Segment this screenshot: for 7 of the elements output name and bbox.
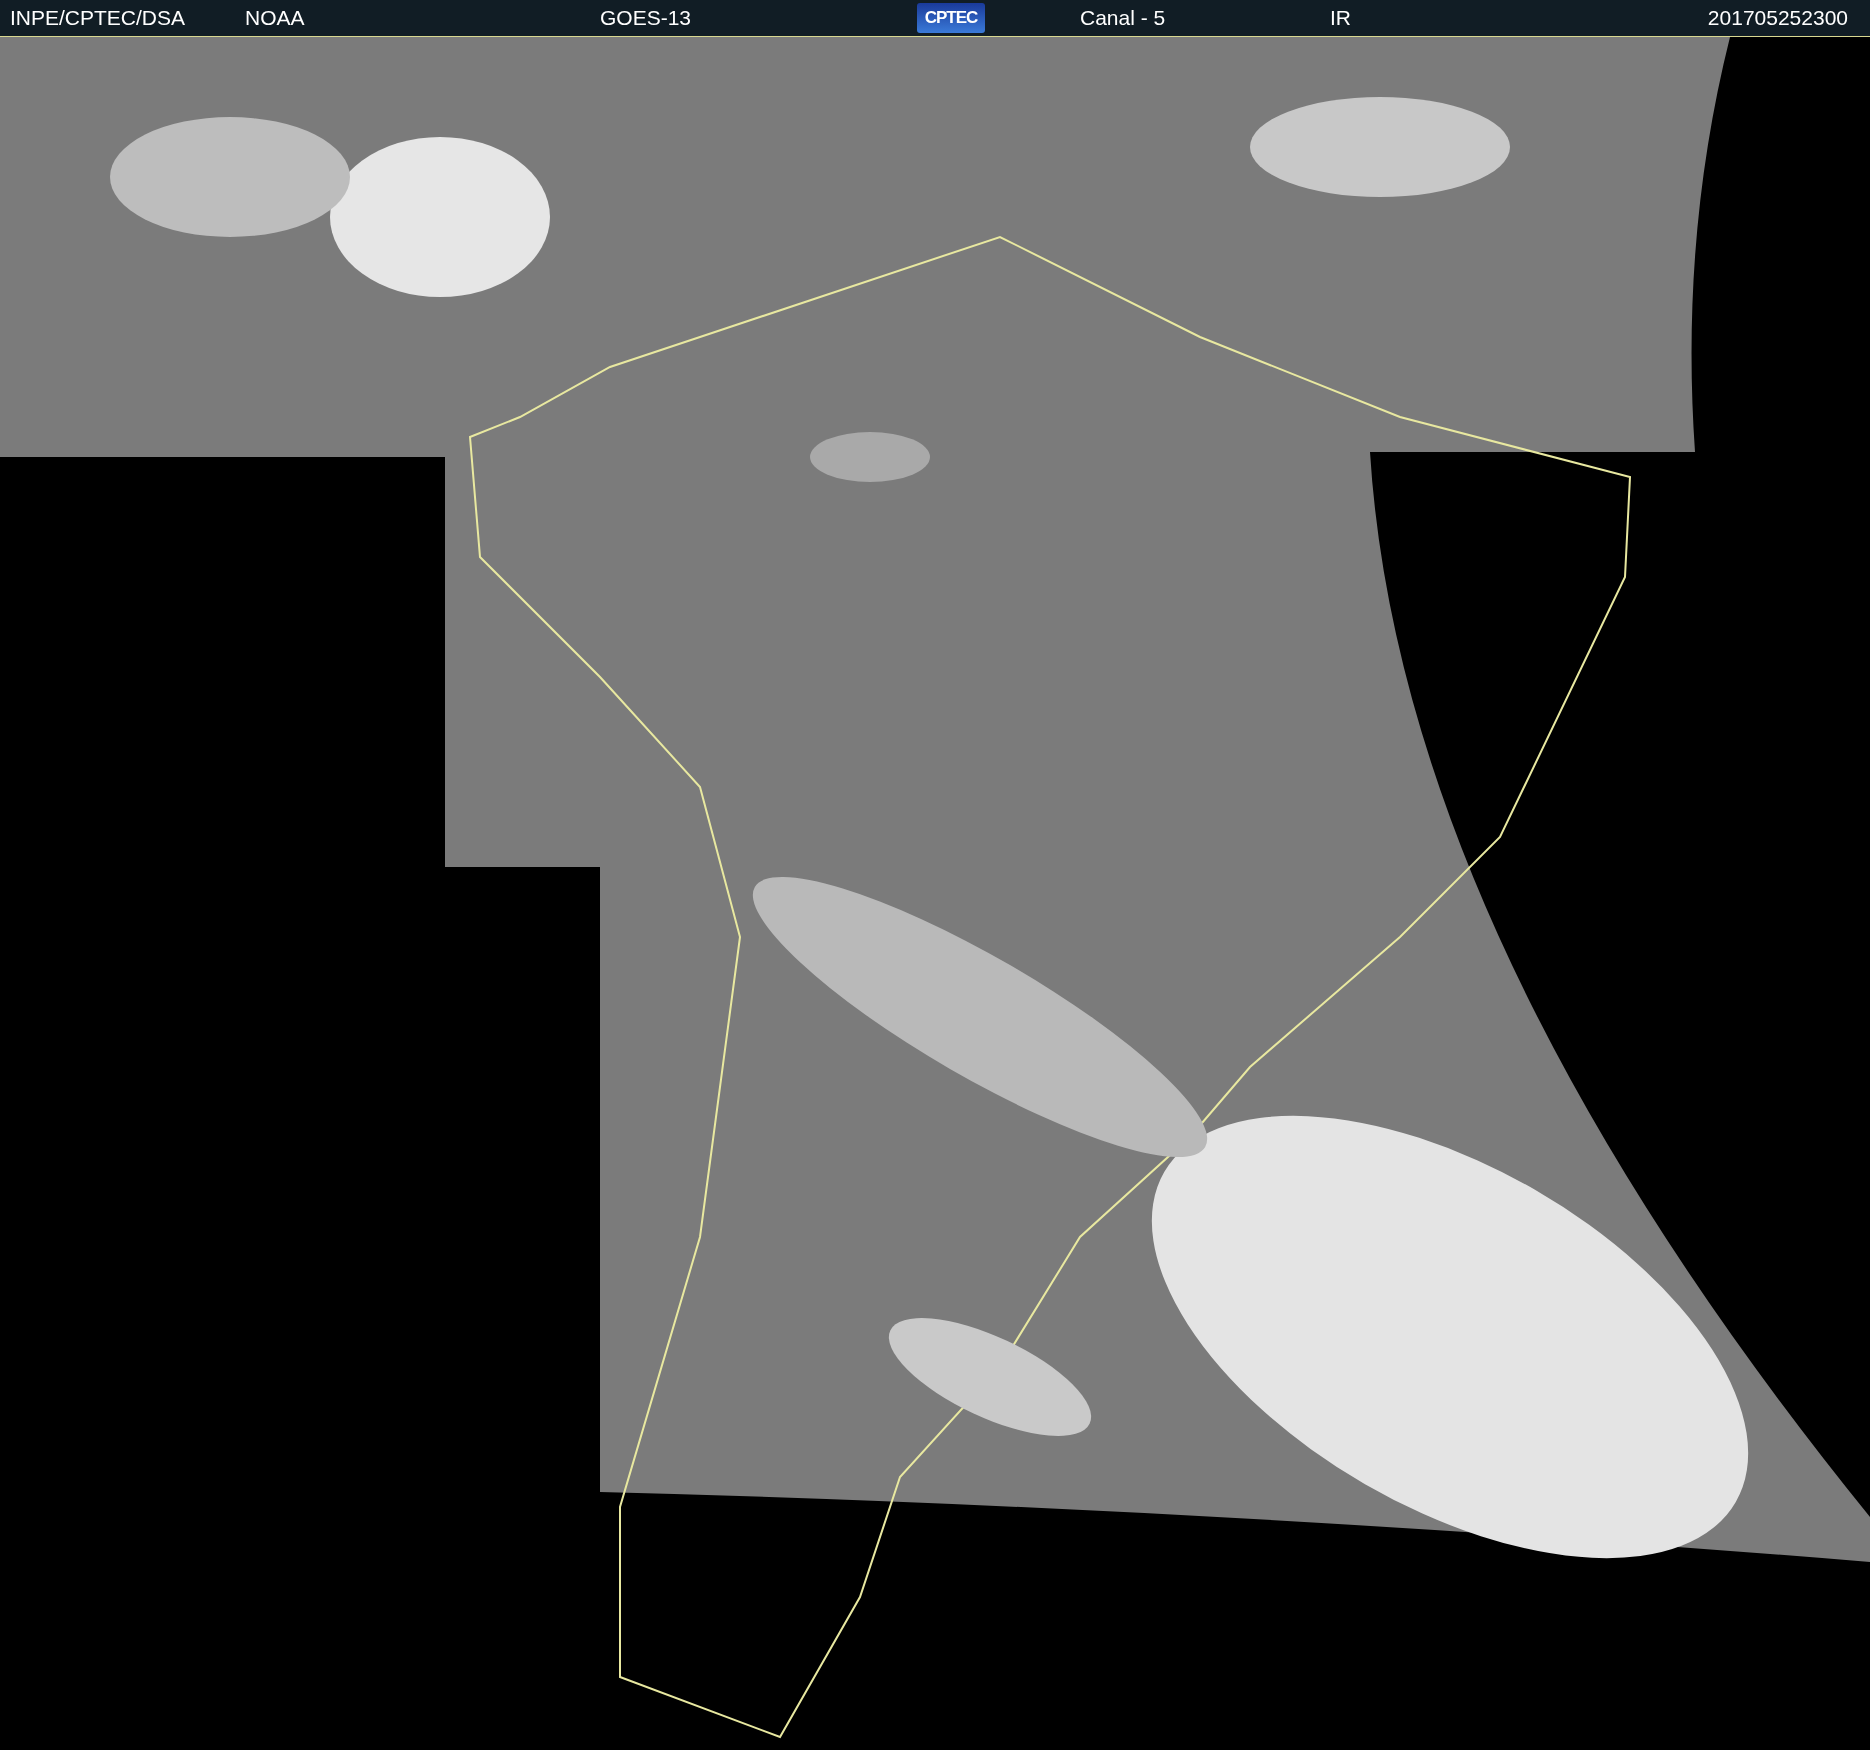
band-label: IR: [1330, 6, 1352, 30]
channel-label: Canal - 5: [1080, 6, 1167, 30]
header-label: INPE/CPTEC/DSA: [10, 6, 187, 30]
timestamp: 201705252300: [1707, 6, 1848, 30]
logo: CPTEC: [917, 3, 985, 33]
header-label: NOAA: [245, 6, 306, 30]
header-label: GOES-13: [600, 6, 693, 30]
